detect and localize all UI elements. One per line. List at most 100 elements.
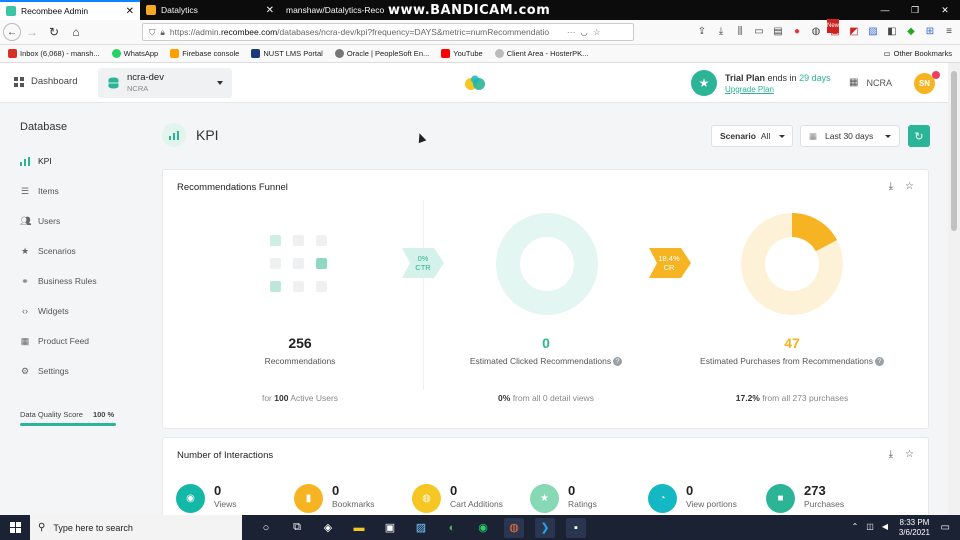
globe-icon[interactable]: ◍	[810, 24, 822, 38]
recombee-favicon-icon	[6, 6, 16, 16]
notification-icon[interactable]: ▭	[941, 522, 950, 533]
folder-icon: ▭	[883, 49, 891, 58]
edge-icon[interactable]: ◐	[442, 518, 462, 538]
extension-new-icon[interactable]: ▣New	[827, 19, 841, 38]
close-tab-icon[interactable]: ✕	[126, 6, 134, 17]
extension-image-icon[interactable]: ▨	[867, 24, 879, 38]
file-explorer-icon[interactable]: ▬	[349, 518, 369, 538]
database-icon	[108, 77, 119, 89]
help-icon[interactable]: ?	[613, 357, 623, 367]
upgrade-plan-link[interactable]: Upgrade Plan	[725, 85, 831, 94]
users-icon: 👥︎	[20, 215, 32, 226]
divider	[423, 200, 424, 390]
code-icon: ‹›	[22, 306, 28, 316]
bookmark-firebase[interactable]: Firebase console	[170, 49, 239, 58]
network-icon[interactable]: ◫	[866, 522, 874, 531]
lock-icon: 🔒︎	[160, 26, 165, 37]
menu-icon[interactable]: ≡	[943, 24, 955, 38]
firefox-icon[interactable]: ◍	[504, 517, 524, 538]
download-icon[interactable]: ⤓	[715, 24, 727, 38]
notification-dot	[932, 71, 940, 79]
chevron-down-icon	[885, 134, 892, 138]
extension-green-icon[interactable]: ◆	[905, 24, 917, 38]
whatsapp-icon	[111, 49, 121, 58]
pocket-icon[interactable]: ◡	[580, 27, 587, 38]
windows-icon	[9, 522, 21, 533]
other-bookmarks[interactable]: ▭ Other Bookmarks	[884, 49, 952, 58]
forward-icon[interactable]: →	[21, 21, 43, 43]
bookmark-gmail[interactable]: Inbox (6,068) - mansh...	[8, 49, 100, 58]
sidebar-icon[interactable]: ▭	[753, 24, 765, 38]
tab-datalytics[interactable]: Datalytics ✕	[140, 0, 280, 20]
link-icon: ⚭	[21, 275, 29, 286]
grid-icon: ▦	[20, 335, 30, 346]
task-view-icon[interactable]: ⧉	[287, 518, 307, 538]
extension-red-icon[interactable]: ◩	[848, 24, 860, 38]
date-range-dropdown[interactable]: ▦ Last 30 days	[800, 125, 900, 147]
reader-icon[interactable]: ▤	[772, 24, 784, 38]
close-tab-icon[interactable]: ✕	[266, 5, 274, 16]
photos-icon[interactable]: ▨	[411, 518, 431, 538]
database-selector[interactable]: ncra-dev NCRA	[98, 68, 232, 98]
calendar-icon: ▦	[809, 130, 818, 141]
chevron-up-icon[interactable]: ⌃	[852, 522, 859, 531]
tab-recombee-admin[interactable]: Recombee Admin ✕	[0, 0, 140, 20]
sidebar-item-business-rules[interactable]: ⚭ Business Rules	[20, 274, 96, 288]
url-bar[interactable]: ⛉ 🔒︎ https://admin.recombee.com/database…	[142, 23, 634, 41]
bookmark-star-icon[interactable]: ☆	[593, 27, 601, 38]
store-icon[interactable]: ▣	[380, 518, 400, 538]
close-window-icon[interactable]: ✕	[930, 0, 960, 20]
bookmark-oracle[interactable]: Oracle | PeopleSoft En...	[334, 49, 429, 58]
volume-icon[interactable]: ◀	[882, 522, 888, 531]
bookmarks-bar: Inbox (6,068) - mansh... WhatsApp Fireba…	[0, 45, 960, 63]
taskbar-search[interactable]: ⚲ Type here to search	[30, 515, 242, 540]
dashboard-link[interactable]: Dashboard	[14, 76, 77, 87]
browser-tab-bar: Recombee Admin ✕ Datalytics ✕ manshaw/Da…	[0, 0, 960, 20]
account-selector[interactable]: ▦ NCRA	[849, 77, 892, 88]
extension-gray-icon[interactable]: ◧	[886, 24, 898, 38]
adblock-icon[interactable]: ●	[791, 24, 803, 38]
sidebar-item-settings[interactable]: ⚙ Settings	[20, 364, 69, 378]
gear-icon: ⚙	[20, 365, 30, 376]
sidebar-item-product-feed[interactable]: ▦ Product Feed	[20, 334, 89, 348]
home-icon[interactable]: ⌂	[65, 21, 87, 43]
bookmark-whatsapp[interactable]: WhatsApp	[111, 49, 158, 58]
back-icon[interactable]: ←	[3, 23, 21, 41]
sidebar-item-kpi[interactable]: KPI	[20, 154, 52, 168]
browser-nav-bar: ← → ↻ ⌂ ⛉ 🔒︎ https://admin.recombee.com/…	[0, 19, 960, 45]
bookmark-nust[interactable]: NUST LMS Portal	[251, 49, 323, 58]
clock[interactable]: 8:33 PM 3/6/2021	[899, 518, 930, 538]
restore-icon[interactable]: ❐	[900, 0, 930, 20]
sidebar-item-widgets[interactable]: ‹› Widgets	[20, 304, 69, 318]
sidebar: Database KPI ☰ Items 👥︎ Users ★ Scenarios ⚭…	[0, 103, 146, 515]
more-icon[interactable]: ···	[567, 27, 576, 37]
share-icon[interactable]: ⇪	[696, 24, 708, 38]
sidebar-item-scenarios[interactable]: ★ Scenarios	[20, 244, 76, 258]
recommendations-label: Recommendations	[264, 356, 336, 366]
minimize-icon[interactable]: —	[870, 0, 900, 20]
scrollbar-thumb[interactable]	[951, 71, 957, 231]
library-icon[interactable]: ⫼	[734, 24, 746, 38]
app-icon[interactable]: ◈	[318, 518, 338, 538]
sidebar-item-items[interactable]: ☰ Items	[20, 184, 59, 198]
scenario-dropdown[interactable]: Scenario All	[711, 125, 793, 147]
refresh-icon: ↻	[914, 130, 924, 143]
vscode-icon[interactable]: ❯	[535, 517, 555, 538]
globe-icon	[334, 49, 344, 58]
database-subtitle: NCRA	[127, 84, 149, 93]
sidebar-item-users[interactable]: 👥︎ Users	[20, 214, 60, 228]
favorite-star-icon[interactable]: ☆	[905, 449, 914, 460]
bookmark-youtube[interactable]: YouTube	[441, 49, 483, 58]
whatsapp-icon[interactable]: ◉	[473, 518, 493, 538]
reload-icon[interactable]: ↻	[43, 21, 65, 43]
terminal-icon[interactable]: ▪	[566, 517, 586, 538]
refresh-button[interactable]: ↻	[908, 125, 930, 147]
interaction-views: ◉ 0 Views	[176, 484, 237, 513]
extensions-icon[interactable]: ⊞	[924, 24, 936, 38]
help-icon[interactable]: ?	[874, 357, 884, 367]
bookmark-hosterpk[interactable]: Client Area - HosterPK...	[494, 49, 588, 58]
page-scrollbar[interactable]	[948, 63, 960, 515]
cortana-icon[interactable]: ○	[256, 518, 276, 538]
start-button[interactable]	[0, 522, 30, 533]
download-icon[interactable]: ⤓	[889, 449, 893, 460]
